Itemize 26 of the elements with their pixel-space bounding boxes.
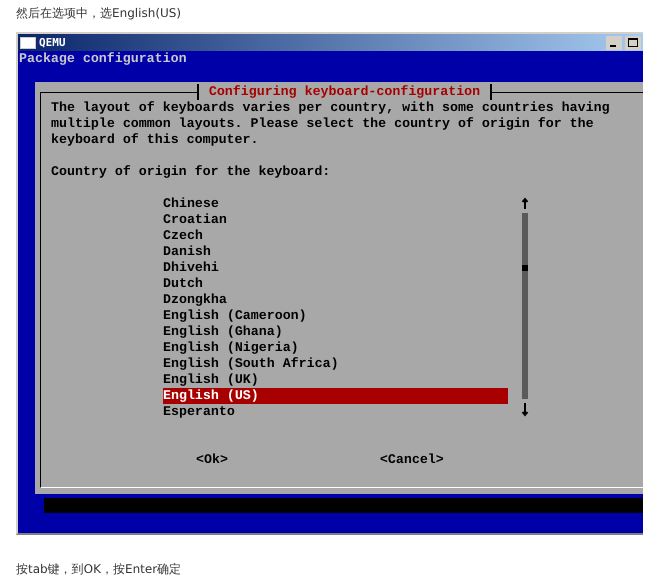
window-icon [20, 36, 36, 48]
screen-header: Package configuration [18, 51, 187, 67]
list-item[interactable]: Croatian [163, 212, 508, 228]
list-item[interactable]: Dutch [163, 276, 508, 292]
prompt-text: Country of origin for the keyboard: [51, 164, 330, 180]
window-title: QEMU [39, 36, 66, 49]
maximize-icon[interactable] [625, 36, 641, 50]
cancel-button[interactable]: <Cancel> [380, 452, 444, 468]
list-item[interactable]: Dzongkha [163, 292, 508, 308]
caption-text: 然后在选项中，选English(US) [15, 5, 182, 22]
list-item[interactable]: English (UK) [163, 372, 508, 388]
minimize-icon[interactable] [606, 36, 622, 50]
dialog-title: Configuring keyboard-configuration [196, 84, 492, 100]
list-item[interactable]: English (US) [163, 388, 508, 404]
description-text: The layout of keyboards varies per country, with some countries having multiple common layouts. Please select the country of origin for the keyboard of this computer. [51, 100, 611, 148]
list-item[interactable]: Esperanto [163, 404, 508, 420]
list-item[interactable]: Czech [163, 228, 508, 244]
list-item[interactable]: English (Cameroon) [163, 308, 508, 324]
list-item[interactable]: Dhivehi [163, 260, 508, 276]
list-item[interactable]: English (South Africa) [163, 356, 508, 372]
list-item[interactable]: Chinese [163, 196, 508, 212]
caption-text: 按tab键，到OK，按Enter确定 [15, 561, 182, 578]
list-item[interactable]: English (Nigeria) [163, 340, 508, 356]
list-item[interactable]: English (Ghana) [163, 324, 508, 340]
list-item[interactable]: Danish [163, 244, 508, 260]
ok-button[interactable]: <Ok> [196, 452, 228, 468]
